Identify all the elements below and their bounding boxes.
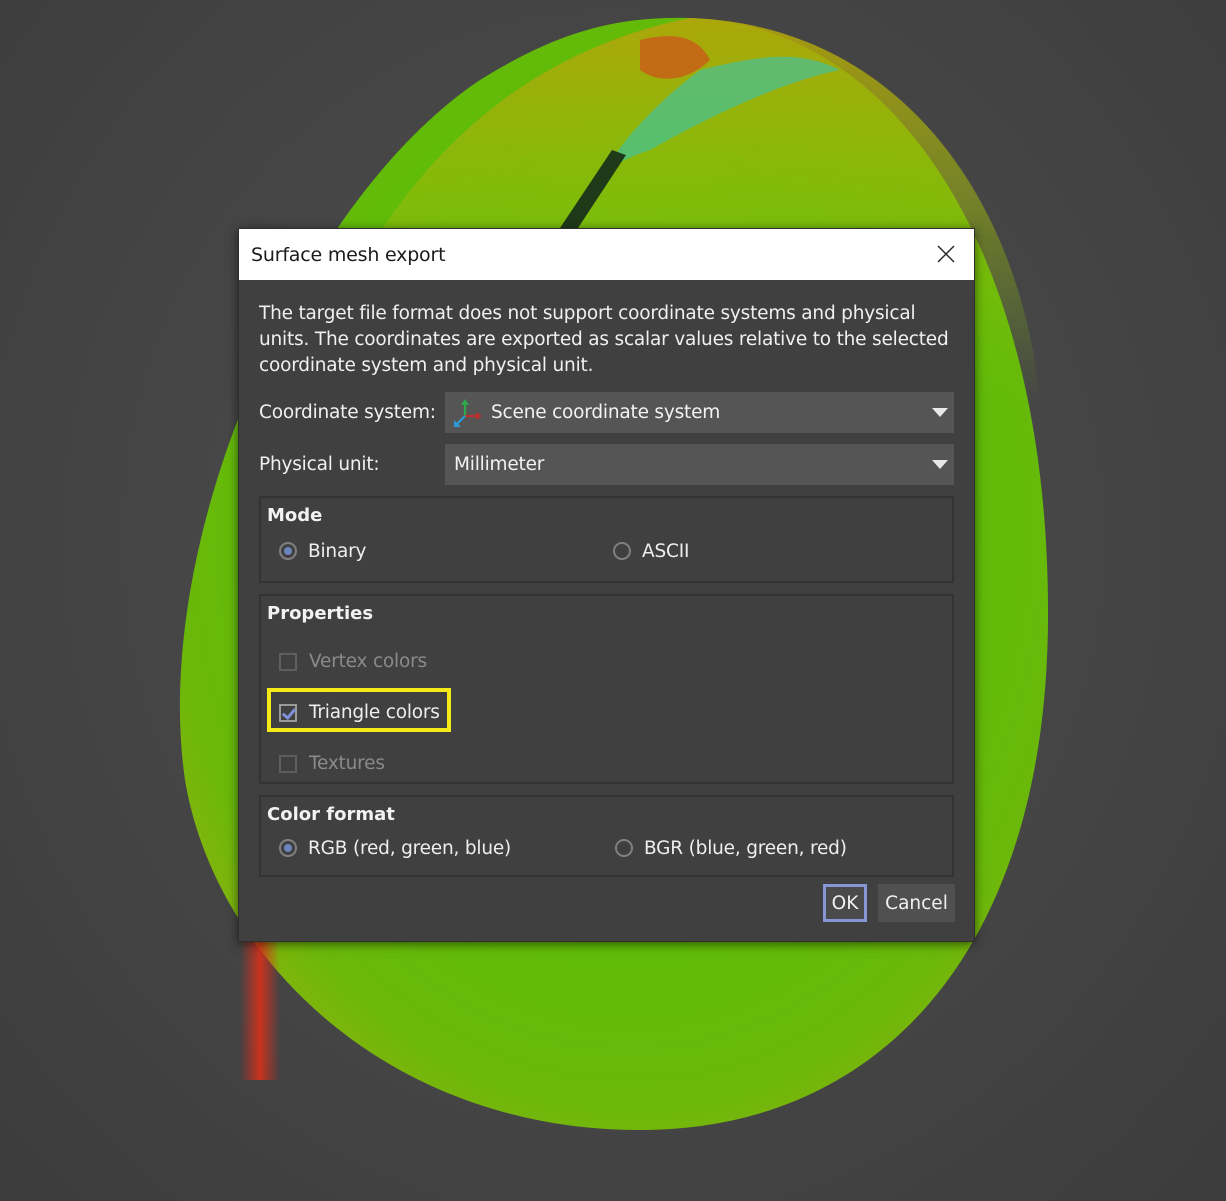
properties-list: Vertex colors Triangle colors Textures: [261, 636, 952, 789]
dialog-titlebar[interactable]: Surface mesh export: [239, 229, 974, 280]
coordinate-axes-icon: [454, 399, 482, 427]
textures-label: Textures: [309, 753, 385, 774]
dialog-title: Surface mesh export: [251, 243, 446, 266]
coordinate-system-row: Coordinate system: Scene coordinate syst…: [259, 391, 954, 433]
egg-red-streak: [240, 930, 280, 1080]
mode-option-binary[interactable]: Binary: [279, 541, 613, 562]
surface-mesh-export-dialog: Surface mesh export The target file form…: [238, 228, 975, 942]
radio-bgr[interactable]: [615, 839, 633, 857]
vertex-colors-option[interactable]: Vertex colors: [279, 636, 952, 687]
dialog-buttons: OK Cancel: [823, 884, 955, 922]
physical-unit-value: Millimeter: [454, 453, 545, 475]
triangle-colors-checkbox[interactable]: [279, 703, 297, 722]
color-format-option-label: BGR (blue, green, red): [644, 837, 847, 859]
mode-group: Mode Binary ASCII: [259, 496, 954, 583]
dialog-body: The target file format does not support …: [239, 301, 974, 877]
color-format-options: RGB (red, green, blue) BGR (blue, green,…: [261, 830, 952, 866]
cancel-button[interactable]: Cancel: [878, 884, 955, 922]
coordinate-system-label: Coordinate system:: [259, 401, 436, 423]
coordinate-system-select[interactable]: Scene coordinate system: [445, 391, 954, 433]
color-format-option-rgb[interactable]: RGB (red, green, blue): [279, 838, 615, 859]
ok-button[interactable]: OK: [823, 884, 867, 922]
textures-option[interactable]: Textures: [279, 738, 952, 789]
color-format-group: Color format RGB (red, green, blue) BGR …: [259, 795, 954, 877]
color-format-option-label: RGB (red, green, blue): [308, 837, 512, 859]
properties-group: Properties Vertex colors Triangle colors…: [259, 594, 954, 784]
physical-unit-row: Physical unit: Millimeter: [259, 443, 954, 485]
mode-option-label: Binary: [308, 540, 367, 562]
triangle-colors-label: Triangle colors: [309, 702, 440, 723]
physical-unit-label: Physical unit:: [259, 453, 380, 475]
chevron-down-icon[interactable]: [932, 459, 948, 469]
color-format-group-title: Color format: [267, 804, 395, 825]
mode-options: Binary ASCII: [261, 531, 952, 571]
info-text: The target file format does not support …: [259, 303, 949, 376]
vertex-colors-label: Vertex colors: [309, 651, 427, 672]
physical-unit-select[interactable]: Millimeter: [445, 443, 954, 485]
triangle-colors-option[interactable]: Triangle colors: [267, 687, 952, 738]
textures-checkbox[interactable]: [279, 754, 297, 773]
coordinate-system-value: Scene coordinate system: [491, 401, 721, 423]
properties-group-title: Properties: [267, 603, 374, 624]
radio-binary[interactable]: [279, 542, 297, 560]
close-icon[interactable]: [936, 244, 956, 264]
mode-option-label: ASCII: [642, 540, 690, 562]
mode-group-title: Mode: [267, 505, 323, 526]
vertex-colors-checkbox[interactable]: [279, 652, 297, 671]
mode-option-ascii[interactable]: ASCII: [613, 541, 689, 562]
radio-rgb[interactable]: [279, 839, 297, 857]
radio-ascii[interactable]: [613, 542, 631, 560]
chevron-down-icon[interactable]: [932, 407, 948, 417]
color-format-option-bgr[interactable]: BGR (blue, green, red): [615, 838, 847, 859]
